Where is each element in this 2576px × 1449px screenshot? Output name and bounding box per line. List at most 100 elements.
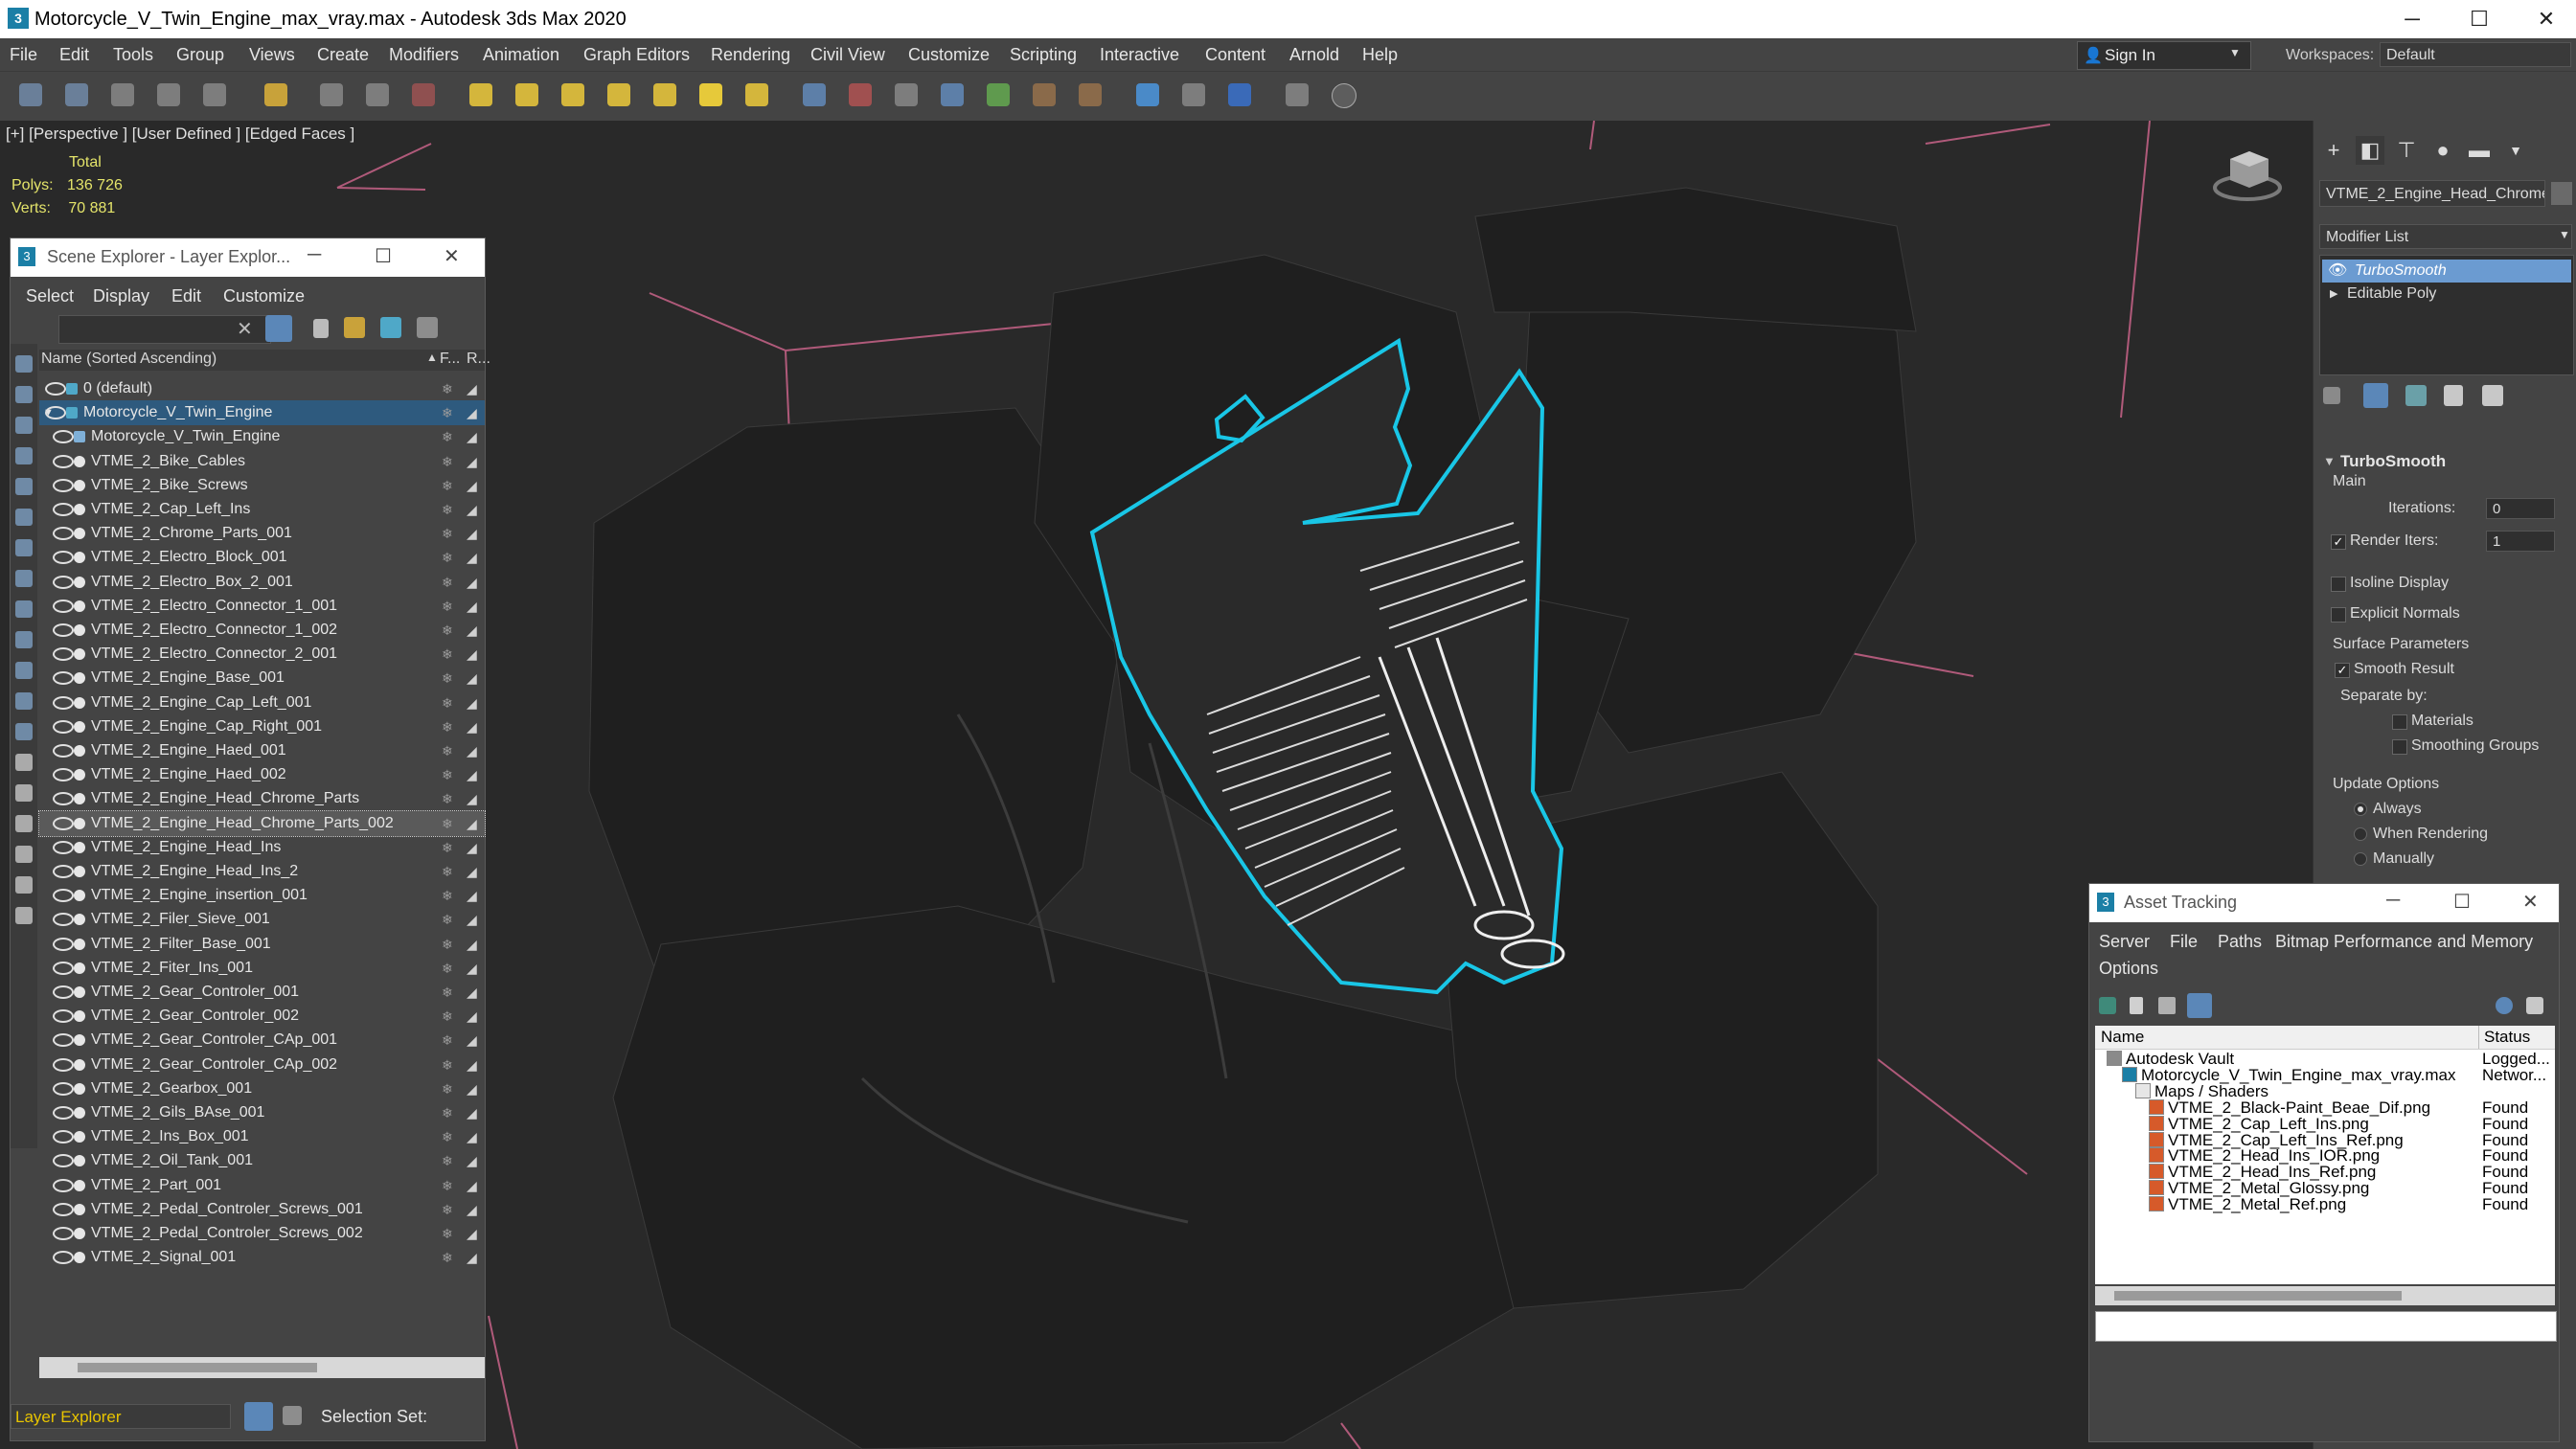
asset-row[interactable]: Motorcycle_V_Twin_Engine_max_vray.max Net… — [2095, 1066, 2555, 1083]
display-tab-icon[interactable]: ▬ — [2465, 136, 2494, 165]
renderable-icon[interactable]: ◢ — [467, 738, 477, 763]
scrollbar-thumb[interactable] — [78, 1363, 317, 1372]
scene-horizontal-scrollbar[interactable] — [39, 1357, 485, 1378]
snap-icon[interactable] — [803, 83, 826, 106]
pin-stack-icon[interactable] — [2323, 387, 2340, 404]
object-row[interactable]: VTME_2_Filer_Sieve_001 ❄ ◢ — [39, 907, 485, 932]
align-icon[interactable] — [941, 83, 964, 106]
bones-filter-icon[interactable] — [15, 600, 33, 618]
maximize-button[interactable]: ☐ — [2451, 0, 2508, 38]
object-row[interactable]: VTME_2_Electro_Connector_2_001 ❄ ◢ — [39, 642, 485, 667]
freeze-icon[interactable]: ❄ — [442, 811, 453, 836]
menu-file[interactable]: File — [10, 45, 37, 65]
object-row[interactable]: VTME_2_Engine_insertion_001 ❄ ◢ — [39, 883, 485, 908]
close-button[interactable]: ✕ — [2522, 890, 2539, 914]
asset-row[interactable]: VTME_2_Cap_Left_Ins.png Found — [2095, 1115, 2555, 1132]
renderable-icon[interactable]: ◢ — [467, 1124, 477, 1149]
globe-icon[interactable] — [1136, 83, 1159, 106]
object-row[interactable]: VTME_2_Part_001 ❄ ◢ — [39, 1173, 485, 1198]
folder-icon[interactable] — [15, 907, 33, 924]
freeze-icon[interactable]: ❄ — [442, 1004, 453, 1029]
eye-icon[interactable] — [53, 1130, 74, 1144]
clear-icon[interactable]: ✕ — [237, 317, 253, 341]
isoline-display-checkbox[interactable] — [2331, 577, 2346, 592]
eye-icon[interactable] — [53, 768, 74, 782]
eye-icon[interactable] — [53, 985, 74, 999]
lights-filter-icon[interactable] — [15, 417, 33, 434]
eye-icon[interactable] — [53, 647, 74, 662]
renderable-icon[interactable]: ◢ — [467, 594, 477, 619]
show-end-result-icon[interactable] — [2363, 383, 2388, 408]
ribbon-toggle-icon[interactable] — [1286, 83, 1309, 106]
object-row[interactable]: VTME_2_Fiter_Ins_001 ❄ ◢ — [39, 956, 485, 981]
asset-menu-bitmap-performance[interactable]: Bitmap Performance and Memory — [2275, 932, 2533, 952]
column-frozen-header[interactable]: F... — [440, 351, 460, 368]
renderable-icon[interactable]: ◢ — [467, 811, 477, 836]
menu-scripting[interactable]: Scripting — [1010, 45, 1077, 65]
filter-icon[interactable] — [265, 315, 292, 342]
object-row[interactable]: VTME_2_Engine_Head_Chrome_Parts ❄ ◢ — [39, 786, 485, 811]
renderable-icon[interactable]: ◢ — [467, 1148, 477, 1173]
help-icon[interactable] — [1332, 83, 1356, 108]
eye-icon[interactable] — [53, 1033, 74, 1048]
eye-icon[interactable] — [53, 840, 74, 854]
freeze-icon[interactable]: ❄ — [442, 980, 453, 1005]
asset-row[interactable]: VTME_2_Metal_Ref.png Found — [2095, 1196, 2555, 1212]
freeze-icon[interactable]: ❄ — [442, 497, 453, 522]
eye-icon[interactable] — [53, 865, 74, 878]
freeze-icon[interactable]: ❄ — [442, 400, 453, 425]
menu-views[interactable]: Views — [249, 45, 295, 65]
menu-help[interactable]: Help — [1362, 45, 1398, 65]
menu-content[interactable]: Content — [1205, 45, 1265, 65]
shapes-filter-icon[interactable] — [15, 386, 33, 403]
light-icon[interactable] — [699, 83, 722, 106]
eye-icon[interactable] — [53, 671, 74, 686]
freeze-icon[interactable]: ❄ — [442, 570, 453, 595]
menu-modifiers[interactable]: Modifiers — [389, 45, 459, 65]
maximize-button[interactable]: ☐ — [2453, 890, 2471, 914]
frozen-filter-icon[interactable] — [15, 662, 33, 679]
render-frame-icon[interactable] — [1079, 83, 1102, 106]
object-row[interactable]: VTME_2_Electro_Connector_1_002 ❄ ◢ — [39, 618, 485, 643]
object-row[interactable]: VTME_2_Ins_Box_001 ❄ ◢ — [39, 1124, 485, 1149]
freeze-icon[interactable]: ❄ — [442, 714, 453, 739]
eye-icon[interactable] — [53, 1154, 74, 1168]
object-row[interactable]: VTME_2_Electro_Connector_1_001 ❄ ◢ — [39, 594, 485, 619]
hierarchy-tab-icon[interactable]: ⊤ — [2392, 136, 2421, 165]
object-row[interactable]: VTME_2_Signal_001 ❄ ◢ — [39, 1245, 485, 1270]
column-divider[interactable] — [2478, 1026, 2479, 1049]
freeze-icon[interactable]: ❄ — [442, 691, 453, 715]
lock-icon[interactable] — [313, 319, 329, 338]
eye-icon[interactable] — [45, 406, 66, 420]
asset-menu-paths[interactable]: Paths — [2218, 932, 2262, 952]
render-iters-checkbox[interactable]: ✓ — [2331, 534, 2346, 550]
eye-icon[interactable] — [53, 1178, 74, 1192]
renderable-icon[interactable]: ◢ — [467, 449, 477, 474]
menu-group[interactable]: Group — [176, 45, 224, 65]
freeze-icon[interactable]: ❄ — [442, 642, 453, 667]
renderable-icon[interactable]: ◢ — [467, 1100, 477, 1125]
asset-menu-file[interactable]: File — [2170, 932, 2198, 952]
sign-in-dropdown[interactable]: 👤 Sign In ▼ — [2077, 41, 2251, 70]
renderable-icon[interactable]: ◢ — [467, 666, 477, 691]
manually-radio[interactable] — [2354, 852, 2367, 866]
object-row[interactable]: VTME_2_Cap_Left_Ins ❄ ◢ — [39, 497, 485, 522]
freeze-icon[interactable]: ❄ — [442, 859, 453, 884]
cone-create-icon[interactable] — [653, 83, 676, 106]
eye-icon[interactable] — [53, 454, 74, 468]
mirror-icon[interactable] — [895, 83, 918, 106]
object-row[interactable]: VTME_2_Pedal_Controler_Screws_001 ❄ ◢ — [39, 1197, 485, 1222]
asset-menu-server[interactable]: Server — [2099, 932, 2150, 952]
smooth-result-checkbox[interactable]: ✓ — [2335, 663, 2350, 678]
hierarchy-mode-icon[interactable] — [283, 1406, 302, 1425]
eye-icon[interactable] — [53, 816, 74, 830]
menu-interactive[interactable]: Interactive — [1100, 45, 1179, 65]
3dsmax-app-icon[interactable]: 3 — [8, 8, 29, 29]
freeze-icon[interactable]: ❄ — [442, 1076, 453, 1101]
always-radio[interactable] — [2354, 803, 2367, 816]
renderable-icon[interactable]: ◢ — [467, 1004, 477, 1029]
object-row[interactable]: VTME_2_Gearbox_001 ❄ ◢ — [39, 1076, 485, 1101]
freeze-icon[interactable]: ❄ — [442, 1173, 453, 1198]
scene-menu-display[interactable]: Display — [93, 286, 149, 306]
object-row[interactable]: VTME_2_Pedal_Controler_Screws_002 ❄ ◢ — [39, 1221, 485, 1246]
